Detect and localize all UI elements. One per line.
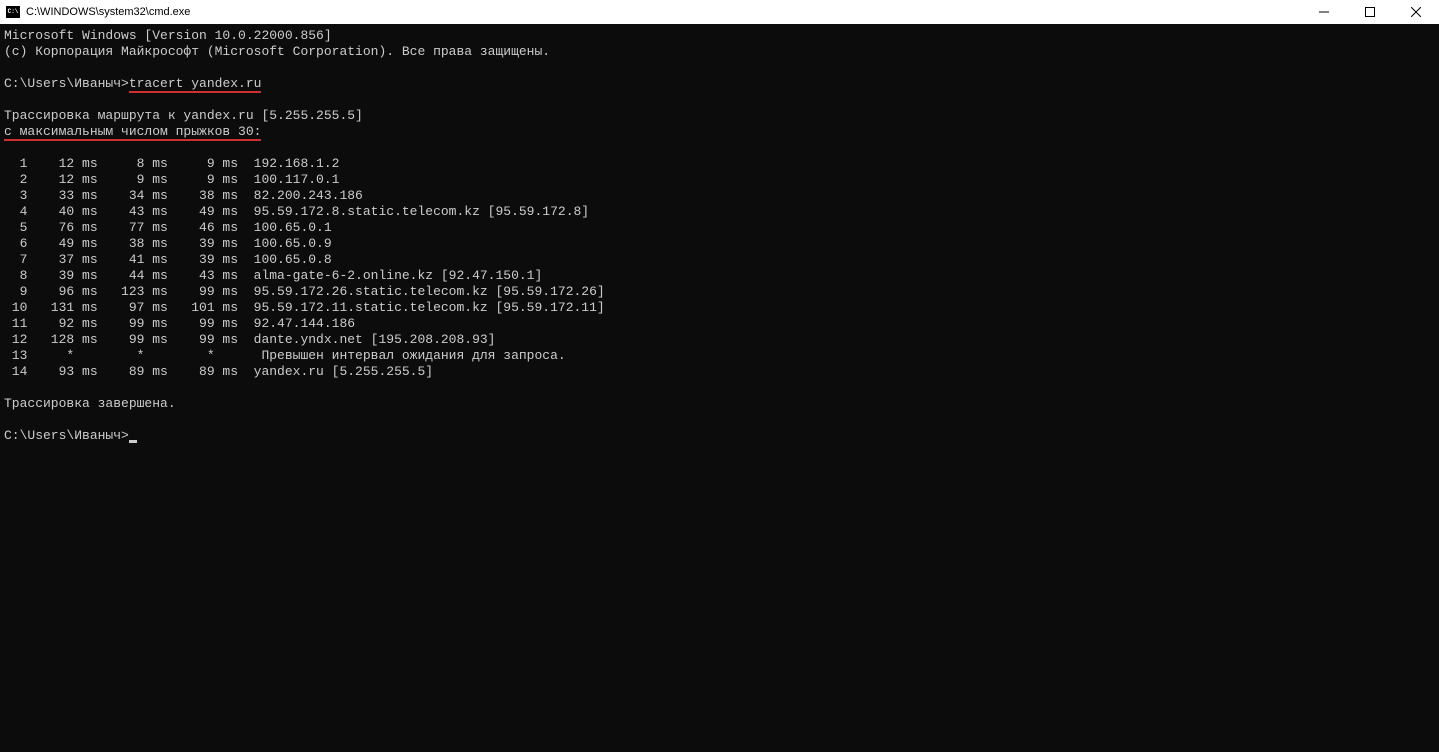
- terminal-output[interactable]: Microsoft Windows [Version 10.0.22000.85…: [0, 24, 1439, 752]
- window-title: C:\WINDOWS\system32\cmd.exe: [26, 6, 1301, 18]
- cmd-window: C:\WINDOWS\system32\cmd.exe Microsoft Wi…: [0, 0, 1439, 752]
- command-underlined: tracert yandex.ru: [129, 76, 262, 93]
- cursor: [129, 440, 137, 443]
- hops-list: 1 12 ms 8 ms 9 ms 192.168.1.2 2 12 ms 9 …: [4, 156, 605, 379]
- close-button[interactable]: [1393, 0, 1439, 24]
- maximize-button[interactable]: [1347, 0, 1393, 24]
- titlebar[interactable]: C:\WINDOWS\system32\cmd.exe: [0, 0, 1439, 24]
- copyright-line: (c) Корпорация Майкрософт (Microsoft Cor…: [4, 44, 550, 59]
- trace-header-1: Трассировка маршрута к yandex.ru [5.255.…: [4, 108, 363, 123]
- trace-done: Трассировка завершена.: [4, 396, 176, 411]
- prompt-path-2: C:\Users\Иваныч>: [4, 428, 129, 443]
- prompt-path: C:\Users\Иваныч>: [4, 76, 129, 91]
- minimize-button[interactable]: [1301, 0, 1347, 24]
- cmd-icon: [6, 6, 20, 18]
- window-controls: [1301, 0, 1439, 24]
- trace-header-2: с максимальным числом прыжков 30:: [4, 124, 261, 141]
- version-line: Microsoft Windows [Version 10.0.22000.85…: [4, 28, 332, 43]
